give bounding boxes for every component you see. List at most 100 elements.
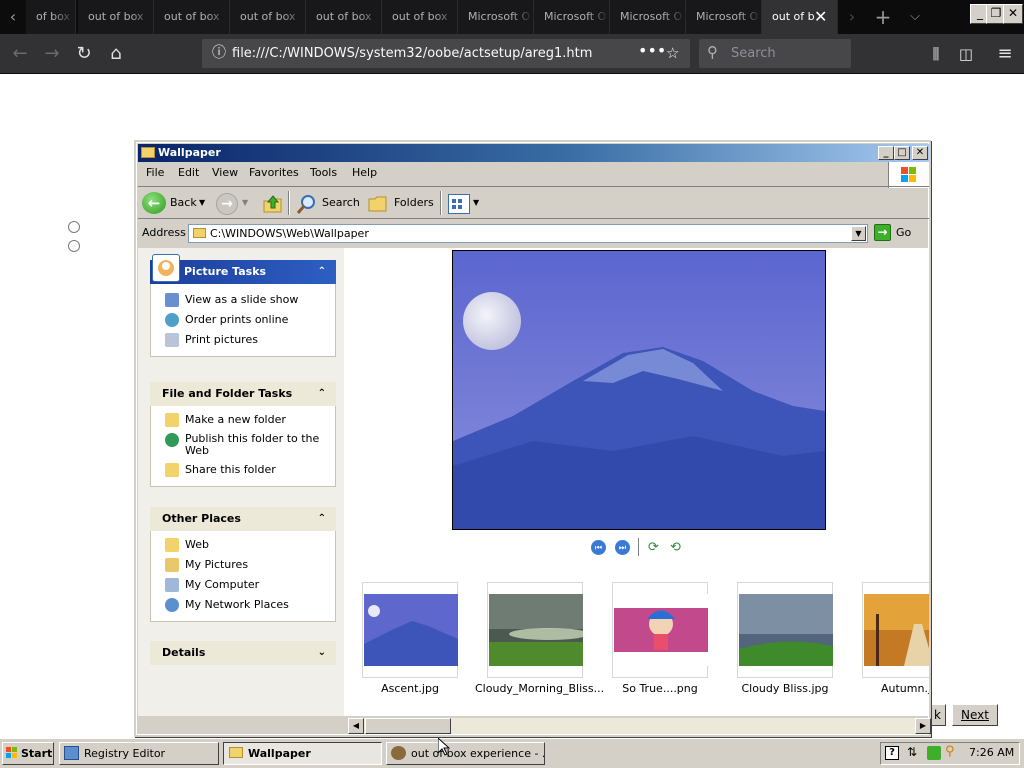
menu-help[interactable]: Help xyxy=(352,166,377,179)
back-arrow-icon[interactable]: ← xyxy=(142,192,166,214)
browser-tab[interactable]: Microsoft O xyxy=(458,0,534,34)
forward-arrow-icon[interactable]: → xyxy=(216,193,238,215)
thumbnail-label: Ascent.jpg xyxy=(381,682,439,695)
menu-tools[interactable]: Tools xyxy=(310,166,337,179)
search-button[interactable]: Search xyxy=(322,192,360,214)
collapse-icon[interactable]: ⌃ xyxy=(318,507,326,531)
start-button[interactable]: Start xyxy=(2,742,54,765)
horizontal-scrollbar[interactable]: ◀ ▶ xyxy=(348,718,931,734)
collapse-icon[interactable]: ⌃ xyxy=(318,382,326,406)
new-tab-icon[interactable]: + xyxy=(870,0,896,34)
browser-tab[interactable]: Microsoft O xyxy=(686,0,762,34)
page-actions-icon[interactable]: ••• xyxy=(638,36,666,65)
folders-button[interactable]: Folders xyxy=(394,192,434,214)
task-print-pictures[interactable]: Print pictures xyxy=(151,330,335,350)
back-dropdown-icon[interactable]: ▼ xyxy=(199,192,205,214)
browser-tab[interactable]: out of box xyxy=(78,0,154,34)
preview-image[interactable] xyxy=(452,250,826,530)
search-tray-icon[interactable]: ⚲ xyxy=(945,744,955,759)
taskbar-wallpaper[interactable]: Wallpaper xyxy=(223,742,382,765)
place-my-pictures[interactable]: My Pictures xyxy=(151,555,335,575)
task-share-folder[interactable]: Share this folder xyxy=(151,460,335,480)
tab-scroll-right-icon[interactable]: › xyxy=(840,0,864,34)
page-info-icon[interactable]: ⓘ xyxy=(212,39,226,68)
clock[interactable]: 7:26 AM xyxy=(969,746,1014,759)
share-folder-icon xyxy=(165,463,179,477)
task-order-prints[interactable]: Order prints online xyxy=(151,310,335,330)
bookmark-star-icon[interactable]: ☆ xyxy=(666,39,679,68)
browser-tab[interactable]: out of box xyxy=(382,0,458,34)
task-slide-show[interactable]: View as a slide show xyxy=(151,290,335,310)
next-button[interactable]: Next xyxy=(952,704,998,726)
title-bar[interactable]: Wallpaper _ □ ✕ xyxy=(138,144,929,162)
close-icon[interactable]: ✕ xyxy=(912,146,928,160)
browser-tab[interactable]: out of box xyxy=(306,0,382,34)
next-image-icon[interactable]: ⏭ xyxy=(615,540,630,555)
folders-icon[interactable] xyxy=(368,195,388,213)
picture-tasks-header[interactable]: Picture Tasks ⌃ xyxy=(150,254,336,284)
browser-tab[interactable]: out of box xyxy=(230,0,306,34)
radio-option-2[interactable] xyxy=(68,240,80,252)
rotate-counterclockwise-icon[interactable]: ⟲ xyxy=(670,540,686,555)
library-icon[interactable]: ⫼ xyxy=(922,34,950,74)
network-tray-icon[interactable]: ⇅ xyxy=(907,745,917,759)
maximize-icon[interactable]: □ xyxy=(894,146,910,160)
back-arrow-icon[interactable]: ← xyxy=(6,34,34,74)
scroll-right-icon[interactable]: ▶ xyxy=(915,718,931,734)
place-my-computer[interactable]: My Computer xyxy=(151,575,335,595)
close-tab-icon[interactable]: ✕ xyxy=(814,0,827,34)
task-publish-web[interactable]: Publish this folder to the Web xyxy=(151,430,335,460)
place-network[interactable]: My Network Places xyxy=(151,595,335,615)
browser-tab[interactable]: Microsoft O xyxy=(610,0,686,34)
menu-view[interactable]: View xyxy=(212,166,238,179)
details-header[interactable]: Details ⌄ xyxy=(150,641,336,665)
url-bar[interactable]: ⓘ file:///C:/WINDOWS/system32/oobe/actse… xyxy=(202,39,690,68)
menu-favorites[interactable]: Favorites xyxy=(249,166,299,179)
home-icon[interactable]: ⌂ xyxy=(102,34,130,74)
browser-tab[interactable]: out of box xyxy=(154,0,230,34)
browser-tab[interactable]: Microsoft O xyxy=(534,0,610,34)
expand-icon[interactable]: ⌄ xyxy=(318,641,326,665)
radio-option-1[interactable] xyxy=(68,221,80,233)
views-icon[interactable] xyxy=(448,194,470,214)
taskbar-out-of-box[interactable]: out of box experience - ... xyxy=(386,742,545,765)
search-input[interactable]: ⚲ Search xyxy=(699,39,851,68)
search-icon[interactable] xyxy=(296,193,318,215)
minimize-icon[interactable]: _ xyxy=(878,146,894,160)
task-new-folder[interactable]: Make a new folder xyxy=(151,410,335,430)
scrollbar-thumb[interactable] xyxy=(365,718,451,734)
other-places-header[interactable]: Other Places ⌃ xyxy=(150,507,336,531)
views-dropdown-icon[interactable]: ▼ xyxy=(473,192,479,214)
menu-icon[interactable]: ≡ xyxy=(991,34,1019,74)
security-tray-icon[interactable] xyxy=(927,746,941,760)
scroll-left-icon[interactable]: ◀ xyxy=(348,718,364,734)
forward-dropdown-icon[interactable]: ▼ xyxy=(242,192,248,214)
my-pictures-icon xyxy=(165,558,179,572)
close-icon[interactable]: ✕ xyxy=(1003,4,1023,24)
help-icon[interactable]: ? xyxy=(885,746,899,760)
taskbar-button-label: Wallpaper xyxy=(248,747,311,760)
address-dropdown-icon[interactable]: ▼ xyxy=(851,226,866,241)
file-folder-tasks-header[interactable]: File and Folder Tasks ⌃ xyxy=(150,382,336,406)
collapse-icon[interactable]: ⌃ xyxy=(318,260,326,284)
tab-scroll-left-icon[interactable]: ‹ xyxy=(0,0,26,34)
menu-edit[interactable]: Edit xyxy=(178,166,199,179)
reload-icon[interactable]: ↻ xyxy=(70,34,98,74)
rotate-clockwise-icon[interactable]: ⟳ xyxy=(648,540,664,555)
task-label: Make a new folder xyxy=(185,413,286,426)
so-true-thumbnail xyxy=(614,594,708,666)
address-field[interactable]: C:\WINDOWS\Web\Wallpaper ▼ xyxy=(188,224,868,243)
browser-tab-active[interactable]: out of b ✕ xyxy=(762,0,838,34)
list-all-tabs-icon[interactable]: ⌵ xyxy=(902,0,928,34)
taskbar-registry-editor[interactable]: Registry Editor xyxy=(59,742,219,765)
go-arrow-icon[interactable]: → xyxy=(874,224,891,241)
browser-tab[interactable]: of box xyxy=(26,0,76,34)
back-button[interactable]: Back xyxy=(170,192,197,214)
sidebar-icon[interactable]: ◫ xyxy=(952,34,980,74)
previous-image-icon[interactable]: ⏮ xyxy=(591,540,606,555)
place-web[interactable]: Web xyxy=(151,535,335,555)
go-button[interactable]: Go xyxy=(896,226,911,239)
forward-arrow-icon[interactable]: → xyxy=(38,34,66,74)
up-folder-icon[interactable] xyxy=(262,193,284,215)
menu-file[interactable]: File xyxy=(146,166,164,179)
